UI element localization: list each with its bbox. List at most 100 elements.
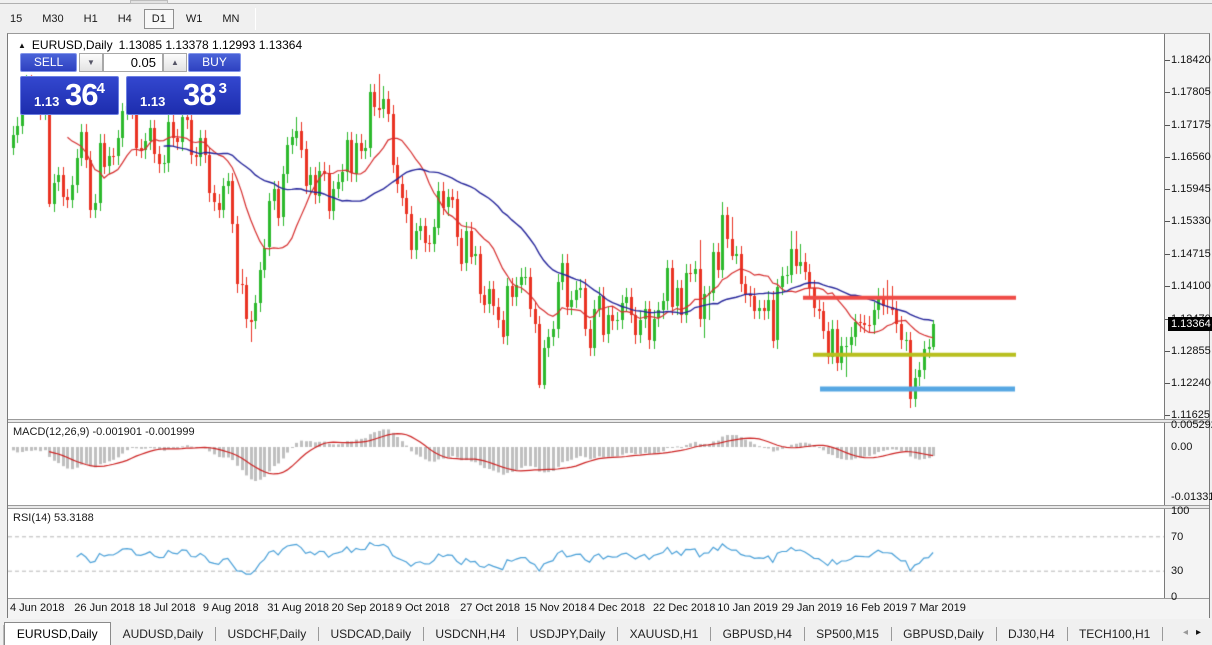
chart-tab-usdcad-daily[interactable]: USDCAD,Daily: [318, 624, 423, 645]
sell-price-prefix: 1.13: [34, 94, 60, 109]
price-tick-mark: [1165, 157, 1170, 158]
price-tick-label: 1.17175: [1171, 119, 1211, 131]
price-tick-label: 1.16560: [1171, 151, 1211, 163]
rsi-label: RSI(14) 53.3188: [13, 512, 94, 524]
date-axis-label: 4 Dec 2018: [588, 602, 645, 614]
price-chart-area[interactable]: ▲ EURUSD,Daily 1.13085 1.13378 1.12993 1…: [8, 34, 1165, 419]
buy-price-box[interactable]: 1.13 38 3: [126, 76, 241, 115]
date-axis-label: 20 Sep 2018: [331, 602, 394, 614]
upper-toolbar-thumb: [130, 0, 168, 4]
date-axis-label: 15 Nov 2018: [524, 602, 587, 614]
current-price-badge: 1.13364: [1168, 317, 1212, 331]
date-axis-label: 26 Jun 2018: [74, 602, 135, 614]
macd-axis-label: -0.013317: [1171, 491, 1212, 503]
price-tick-label: 1.15945: [1171, 183, 1211, 195]
date-axis-label: 16 Feb 2019: [845, 602, 908, 614]
date-axis-label: 31 Aug 2018: [267, 602, 329, 614]
price-tick-mark: [1165, 254, 1170, 255]
tab-scroll-right-icon[interactable]: ▸: [1196, 624, 1201, 642]
date-axis-label: 9 Oct 2018: [395, 602, 450, 614]
chart-title: ▲ EURUSD,Daily 1.13085 1.13378 1.12993 1…: [18, 38, 302, 52]
volume-increase-button[interactable]: ▲: [163, 53, 187, 72]
macd-label: MACD(12,26,9) -0.001901 -0.001999: [13, 426, 195, 438]
price-tick-mark: [1165, 221, 1170, 222]
timeframe-button-h4[interactable]: H4: [110, 9, 140, 29]
chart-tab-gbpusd-h4[interactable]: GBPUSD,H4: [711, 624, 804, 645]
tab-scroll-left-icon[interactable]: ◂: [1183, 624, 1188, 642]
date-axis-label: 7 Mar 2019: [910, 602, 966, 614]
timeframe-button-15[interactable]: 15: [2, 9, 30, 29]
buy-price-big: 38: [183, 77, 216, 112]
rsi-axis-label: 0: [1171, 591, 1178, 603]
one-click-trade-panel: SELL ▼ ▲ BUY 1.13 36 4 1.13 38 3: [13, 53, 241, 146]
price-tick-label: 1.15330: [1171, 215, 1211, 227]
macd-subwindow[interactable]: MACD(12,26,9) -0.001901 -0.001999: [8, 423, 1165, 505]
chart-tab-dj30-h4[interactable]: DJ30,H4: [996, 624, 1067, 645]
price-tick-mark: [1165, 125, 1170, 126]
price-tick-mark: [1165, 351, 1170, 352]
chart-tab-tech100-h1[interactable]: TECH100,H1: [1067, 624, 1162, 645]
chart-tab-usdcnh-h4[interactable]: USDCNH,H4: [423, 624, 517, 645]
buy-button[interactable]: BUY: [188, 53, 241, 72]
chart-tab-eurusd-daily[interactable]: EURUSD,Daily: [3, 622, 111, 645]
sell-button[interactable]: SELL: [20, 53, 77, 72]
spin-up-icon: ▲: [171, 58, 179, 67]
price-tick-mark: [1165, 286, 1170, 287]
macd-axis-label: 0.00: [1171, 441, 1193, 453]
date-axis-label: 4 Jun 2018: [10, 602, 65, 614]
timeframe-button-m30[interactable]: M30: [34, 9, 71, 29]
symbol-label: EURUSD,Daily: [31, 38, 113, 52]
date-axis-label: 18 Jul 2018: [138, 602, 196, 614]
rsi-axis-label: 100: [1171, 505, 1190, 517]
price-tick-label: 1.12240: [1171, 377, 1211, 389]
volume-decrease-button[interactable]: ▼: [79, 53, 103, 72]
ohlc-values: 1.13085 1.13378 1.12993 1.13364: [118, 38, 303, 52]
date-axis-label: 29 Jan 2019: [781, 602, 843, 614]
mt4-terminal: 15 M30 H1 H4 D1 W1 MN ▲ EURUSD,Daily 1.13085 1…: [0, 0, 1212, 645]
tab-scroll-buttons: ◂ ▸: [1174, 624, 1210, 642]
toolbar-separator: [255, 7, 257, 30]
chart-tab-usdchf-daily[interactable]: USDCHF,Daily: [216, 624, 319, 645]
sell-price-pip: 4: [96, 80, 105, 97]
price-tick-mark: [1165, 189, 1170, 190]
price-tick-label: 1.14100: [1171, 280, 1211, 292]
timeframe-button-mn[interactable]: MN: [214, 9, 247, 29]
price-tick-mark: [1165, 383, 1170, 384]
price-tick-mark: [1165, 60, 1170, 61]
timeframe-toolbar: 15 M30 H1 H4 D1 W1 MN: [0, 5, 1212, 32]
sell-price-big: 36: [65, 77, 98, 112]
chart-tab-audusd-daily[interactable]: AUDUSD,Daily: [111, 624, 216, 645]
date-axis-label: 27 Oct 2018: [460, 602, 521, 614]
price-tick-label: 1.12855: [1171, 345, 1211, 357]
price-tick-label: 1.14715: [1171, 248, 1211, 260]
upper-toolbar-edge: [0, 0, 1212, 4]
timeframe-button-h1[interactable]: H1: [76, 9, 106, 29]
timeframe-button-w1[interactable]: W1: [178, 9, 211, 29]
buy-price-pip: 3: [218, 80, 227, 97]
price-tick-mark: [1165, 92, 1170, 93]
macd-axis-label: 0.005292: [1171, 419, 1212, 431]
chart-window: ▲ EURUSD,Daily 1.13085 1.13378 1.12993 1…: [7, 33, 1212, 619]
chart-tab-usdjpy-daily[interactable]: USDJPY,Daily: [518, 624, 618, 645]
volume-input[interactable]: [103, 53, 163, 72]
rsi-axis-label: 70: [1171, 530, 1184, 543]
chart-tab-sp500-m15[interactable]: SP500,M15: [804, 624, 891, 645]
buy-price-prefix: 1.13: [140, 94, 166, 109]
price-tick-mark: [1165, 415, 1170, 416]
spin-down-icon: ▼: [87, 58, 95, 67]
chart-tab-bar: EURUSD,Daily AUDUSD,Daily USDCHF,Daily USDC…: [0, 620, 1212, 645]
rsi-subwindow[interactable]: RSI(14) 53.3188: [8, 509, 1165, 598]
date-axis-label: 10 Jan 2019: [717, 602, 778, 614]
timeframe-button-d1[interactable]: D1: [143, 8, 174, 29]
collapse-panel-icon[interactable]: ▲: [18, 41, 26, 50]
rsi-canvas[interactable]: [8, 509, 1164, 598]
sell-price-box[interactable]: 1.13 36 4: [20, 76, 119, 115]
chart-tab-xauusd-h1[interactable]: XAUUSD,H1: [618, 624, 711, 645]
price-tick-label: 1.17805: [1171, 86, 1211, 98]
chart-tab-gbpusd-daily[interactable]: GBPUSD,Daily: [891, 624, 996, 645]
date-axis-label: 22 Dec 2018: [653, 602, 716, 614]
rsi-axis-label: 30: [1171, 565, 1184, 578]
price-tick-label: 1.18420: [1171, 54, 1211, 66]
date-axis[interactable]: 4 Jun 2018 26 Jun 2018 18 Jul 2018 9 Aug 20…: [8, 599, 1209, 619]
date-axis-label: 9 Aug 2018: [202, 602, 259, 614]
